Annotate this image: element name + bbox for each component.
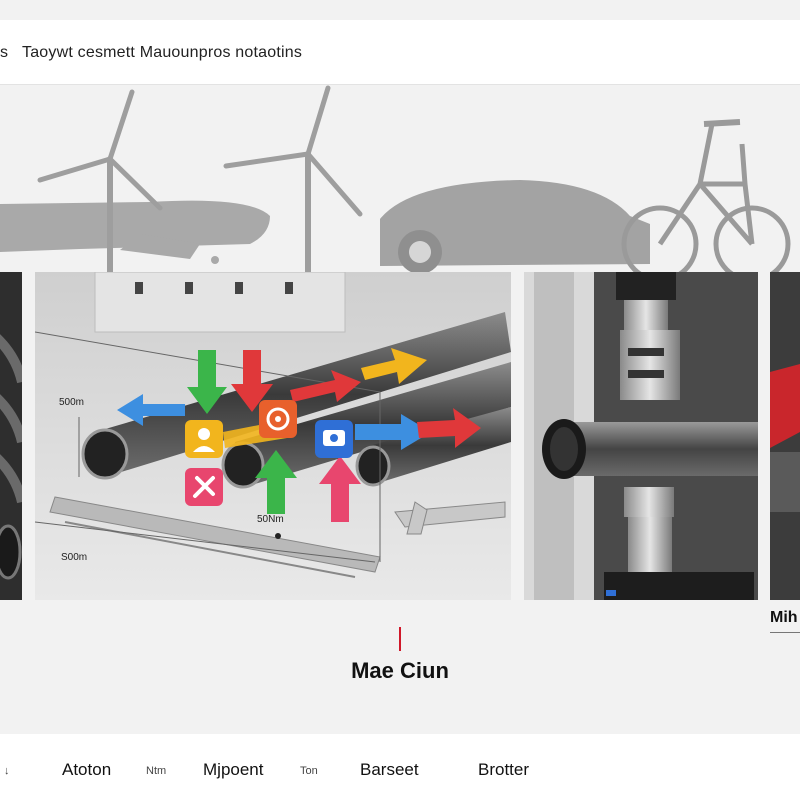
car-icon <box>380 180 650 272</box>
footer-bar: ↓ Atoton Ntm Mjpoent Ton Barseet Brotter <box>0 734 800 800</box>
measure-label: 500m <box>59 397 84 408</box>
measure-label: S00m <box>61 552 87 563</box>
footer-item[interactable]: Atoton <box>62 760 111 780</box>
header-cut-text: s <box>0 44 8 61</box>
test-machine-panel <box>524 272 758 600</box>
person-icon <box>185 420 223 458</box>
footer-item[interactable]: Barseet <box>360 760 419 780</box>
composite-tube-illustration: 500m 50Nm S00m <box>35 272 511 600</box>
wind-turbine-icon <box>223 85 363 272</box>
footer-item[interactable]: Mjpoent <box>203 760 263 780</box>
application-silhouettes <box>0 85 791 272</box>
gear-icon <box>259 400 297 438</box>
footer-item[interactable]: Ntm <box>146 765 166 777</box>
footer-edge-mark: ↓ <box>4 765 10 777</box>
measure-label: 50Nm <box>257 514 284 525</box>
side-label: Mih <box>770 609 800 633</box>
right-tube-panel <box>770 272 800 600</box>
tools-icon <box>185 468 223 506</box>
red-marker <box>399 627 401 651</box>
footer-item[interactable]: Brotter <box>478 760 529 780</box>
airplane-icon <box>0 200 270 264</box>
header-bar: s Taoywt cesmett Mauounpros notaotins <box>0 20 800 85</box>
footer-item[interactable]: Ton <box>300 765 318 777</box>
camera-icon <box>315 420 353 458</box>
page-title: Taoywt cesmett Mauounpros notaotins <box>22 44 303 61</box>
left-tube-panel <box>0 272 22 600</box>
center-label: Mae Ciun <box>351 658 449 683</box>
